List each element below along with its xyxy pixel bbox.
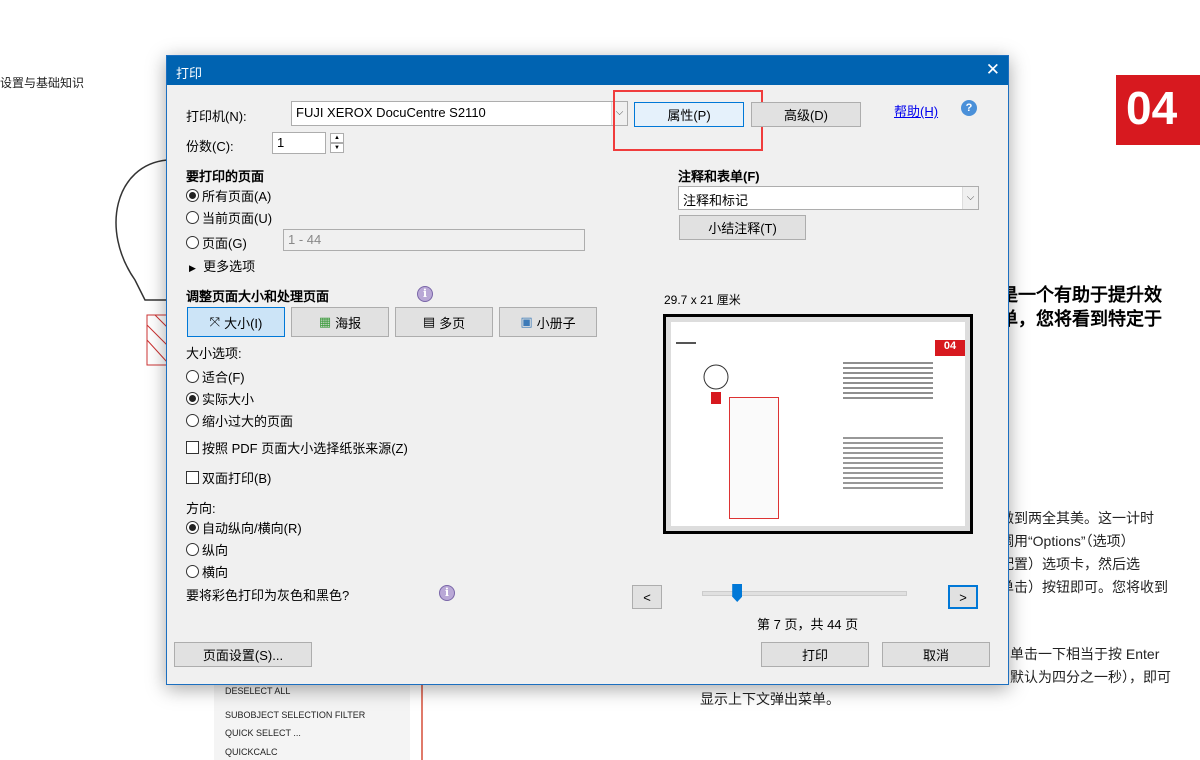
radio-portrait[interactable]: 纵向 <box>186 540 228 559</box>
close-icon[interactable]: ✕ <box>986 60 1000 80</box>
info-icon[interactable]: i <box>439 585 455 601</box>
radio-shrink[interactable]: 缩小过大的页面 <box>186 411 293 430</box>
doc-line: 做到两全其美。这一计时 <box>1000 507 1168 530</box>
title-bar: 打印 ✕ <box>167 56 1008 85</box>
doc-line: 配置）选项卡，然后选 <box>1000 553 1168 576</box>
next-page-button[interactable]: > <box>948 585 978 609</box>
chapter-badge: 04 <box>1116 75 1200 145</box>
annotations-heading: 注释和表单(F) <box>678 166 760 185</box>
help-icon[interactable]: ? <box>961 100 977 116</box>
menu-item: DESELECT ALL <box>225 686 290 696</box>
radio-label: 横向 <box>202 562 228 581</box>
preview-page: 04 <box>671 322 965 526</box>
paper-size-label: 29.7 x 21 厘米 <box>664 291 741 308</box>
checkbox-duplex[interactable]: 双面打印(B) <box>186 468 271 487</box>
print-dialog: 打印 ✕ 打印机(N): FUJI XEROX DocuCentre S2110… <box>166 55 1009 685</box>
tab-label: 大小(I) <box>224 313 262 332</box>
doc-line: 默认为四分之一秒），即可 <box>1010 666 1171 689</box>
tab-booklet[interactable]: ▣ 小册子 <box>499 307 597 337</box>
preview-badge: 04 <box>935 340 965 356</box>
radio-fit[interactable]: 适合(F) <box>186 367 245 386</box>
radio-landscape[interactable]: 横向 <box>186 562 228 581</box>
more-options-label: 更多选项 <box>203 259 255 274</box>
tab-label: 海报 <box>335 313 361 332</box>
annotations-select[interactable]: 注释和标记 ⌵ <box>678 186 979 210</box>
tab-poster[interactable]: ▦海报 <box>291 307 389 337</box>
doc-line: 调用“Options”（选项） <box>1000 530 1168 553</box>
radio-label: 当前页面(U) <box>202 208 272 227</box>
radio-label: 自动纵向/横向(R) <box>202 518 302 537</box>
doc-line: 单击一下相当于按 Enter <box>1010 643 1171 666</box>
radio-all-pages[interactable]: 所有页面(A) <box>186 186 271 205</box>
menu-item: QUICKCALC <box>225 747 278 757</box>
doc-line: 单，您将看到特定于 <box>1000 307 1162 331</box>
preview-bulb <box>701 362 731 412</box>
checkbox-label: 双面打印(B) <box>202 468 271 487</box>
dialog-title: 打印 <box>176 66 202 81</box>
radio-label: 所有页面(A) <box>202 186 271 205</box>
sizing-heading: 调整页面大小和处理页面 <box>186 286 329 305</box>
resize-icon: ⤧ <box>210 314 220 330</box>
chevron-down-icon: ⌵ <box>962 187 978 209</box>
page-slider[interactable] <box>702 591 907 596</box>
pages-range-input[interactable]: 1 - 44 <box>283 229 585 251</box>
stepper-down-icon[interactable]: ▼ <box>330 143 344 153</box>
annotations-value: 注释和标记 <box>683 193 748 208</box>
radio-current-page[interactable]: 当前页面(U) <box>186 208 272 227</box>
orientation-label: 方向: <box>186 498 216 517</box>
info-icon[interactable]: i <box>417 286 433 302</box>
more-options-toggle[interactable]: ▶ 更多选项 <box>189 256 255 275</box>
page-status: 第 7 页，共 44 页 <box>757 614 858 633</box>
cancel-button[interactable]: 取消 <box>882 642 990 667</box>
prev-page-button[interactable]: < <box>632 585 662 609</box>
checkbox-label: 按照 PDF 页面大小选择纸张来源(Z) <box>202 438 408 457</box>
radio-label: 实际大小 <box>202 389 254 408</box>
pages-heading: 要打印的页面 <box>186 166 264 185</box>
size-options-label: 大小选项: <box>186 343 242 362</box>
tab-label: 多页 <box>439 313 465 332</box>
booklet-icon: ▣ <box>520 314 532 330</box>
radio-label: 缩小过大的页面 <box>202 411 293 430</box>
triangle-right-icon: ▶ <box>189 263 196 273</box>
radio-actual-size[interactable]: 实际大小 <box>186 389 254 408</box>
summarize-button[interactable]: 小结注释(T) <box>679 215 806 240</box>
printer-label: 打印机(N): <box>186 106 247 125</box>
copies-input[interactable]: 1 <box>272 132 326 154</box>
doc-heading: 设置与基础知识 <box>0 74 84 91</box>
poster-icon: ▦ <box>319 314 331 330</box>
grayscale-label: 要将彩色打印为灰色和黑色? <box>186 585 349 604</box>
print-button[interactable]: 打印 <box>761 642 869 667</box>
tab-size[interactable]: ⤧大小(I) <box>187 307 285 337</box>
doc-line: 单击）按钮即可。您将收到 <box>1000 576 1168 599</box>
tab-label: 小册子 <box>537 313 576 332</box>
print-preview: 04 <box>663 314 973 534</box>
highlight-box <box>613 90 763 151</box>
menu-item: QUICK SELECT ... <box>225 728 301 738</box>
multipage-icon: ▤ <box>423 314 435 330</box>
radio-label: 适合(F) <box>202 367 245 386</box>
stepper-up-icon[interactable]: ▲ <box>330 133 344 143</box>
advanced-button[interactable]: 高级(D) <box>751 102 861 127</box>
radio-label: 纵向 <box>202 540 228 559</box>
doc-line: 显示上下文弹出菜单。 <box>700 689 840 709</box>
help-link[interactable]: 帮助(H) <box>894 101 938 120</box>
printer-select[interactable]: FUJI XEROX DocuCentre S2110 ⌵ <box>291 101 628 126</box>
doc-line: 是一个有助于提升效 <box>1000 283 1162 307</box>
printer-value: FUJI XEROX DocuCentre S2110 <box>296 105 486 120</box>
radio-pages[interactable]: 页面(G) <box>186 233 247 252</box>
radio-auto-orientation[interactable]: 自动纵向/横向(R) <box>186 518 302 537</box>
slider-thumb[interactable] <box>732 584 742 602</box>
copies-label: 份数(C): <box>186 136 234 155</box>
checkbox-paper-source[interactable]: 按照 PDF 页面大小选择纸张来源(Z) <box>186 438 408 457</box>
lightbulb-illustration <box>105 150 175 380</box>
preview-menu <box>729 397 779 519</box>
page-setup-button[interactable]: 页面设置(S)... <box>174 642 312 667</box>
radio-label: 页面(G) <box>202 233 247 252</box>
copies-stepper[interactable]: ▲ ▼ <box>330 133 344 153</box>
menu-item: SUBOBJECT SELECTION FILTER <box>225 710 365 720</box>
tab-multiple[interactable]: ▤多页 <box>395 307 493 337</box>
